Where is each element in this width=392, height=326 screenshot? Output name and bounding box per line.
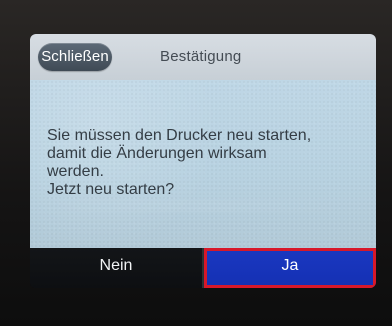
close-button[interactable]: Schließen bbox=[38, 43, 112, 71]
message-line: Sie müssen den Drucker neu starten, bbox=[47, 127, 312, 144]
dialog-actions: Nein Ja bbox=[30, 248, 376, 288]
yes-button[interactable]: Ja bbox=[204, 248, 376, 288]
dialog-header: Schließen Bestätigung bbox=[30, 34, 376, 80]
message-line: damit die Änderungen wirksam bbox=[47, 145, 267, 162]
message-line: Jetzt neu starten? bbox=[47, 181, 175, 198]
dialog-title: Bestätigung bbox=[160, 48, 242, 65]
no-button[interactable]: Nein bbox=[30, 248, 202, 288]
printer-screen: Schließen Bestätigung Sie müssen den Dru… bbox=[30, 34, 376, 288]
confirmation-message-panel: Sie müssen den Drucker neu starten, dami… bbox=[30, 80, 376, 248]
message-line: werden. bbox=[47, 163, 104, 180]
confirmation-message: Sie müssen den Drucker neu starten, dami… bbox=[47, 127, 365, 199]
